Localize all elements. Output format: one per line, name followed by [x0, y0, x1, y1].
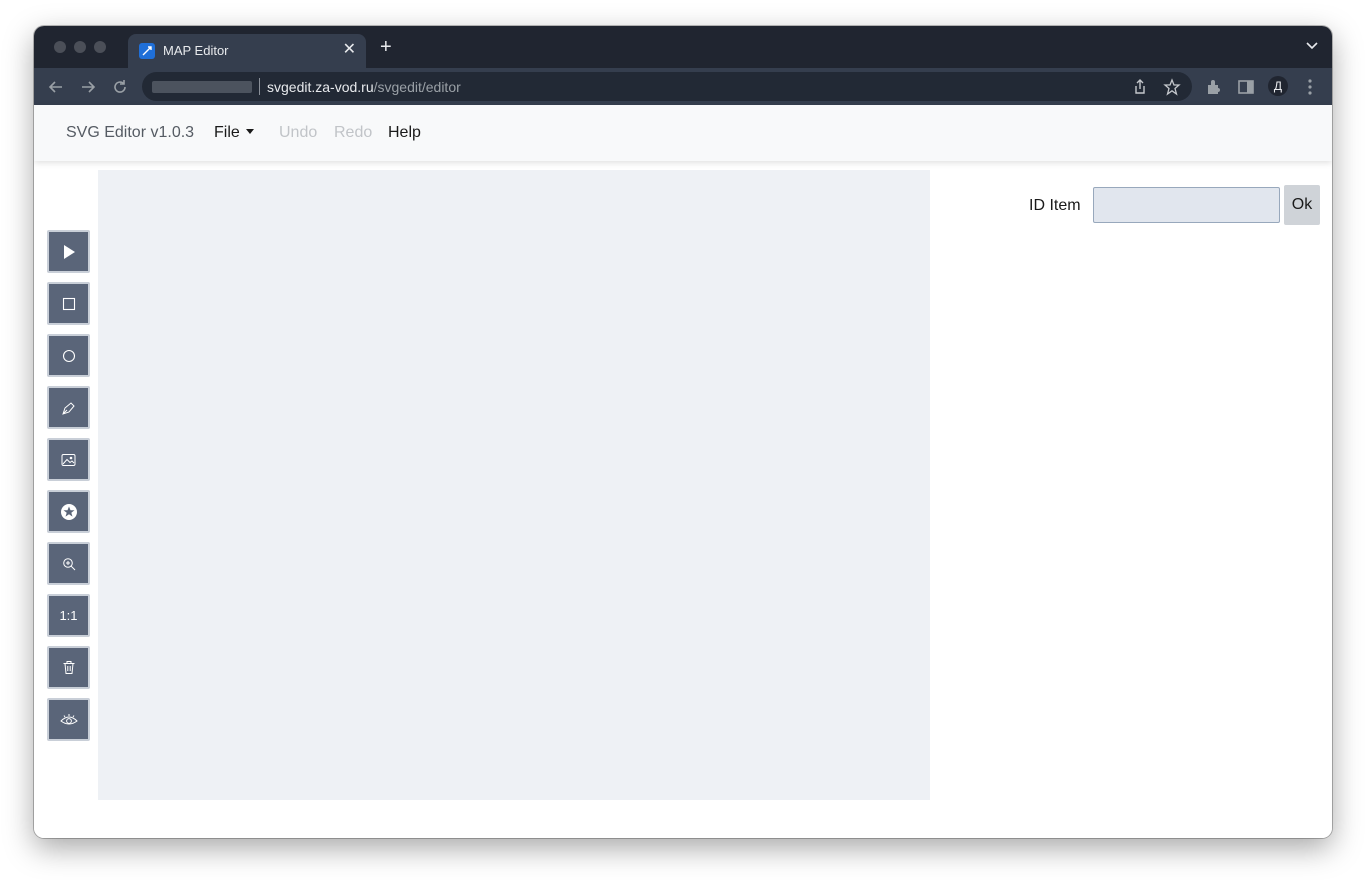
- actual-size-button[interactable]: 1:1: [47, 594, 90, 637]
- ok-button[interactable]: Ok: [1284, 185, 1320, 225]
- image-tool-button[interactable]: [47, 438, 90, 481]
- help-menu[interactable]: Help: [388, 124, 421, 142]
- share-icon[interactable]: [1131, 78, 1149, 96]
- id-item-label: ID Item: [1029, 197, 1081, 214]
- extensions-icon[interactable]: [1204, 77, 1224, 97]
- eye-icon: [59, 713, 78, 724]
- actual-size-label: 1:1: [59, 608, 78, 623]
- pen-icon: [61, 401, 75, 415]
- image-icon: [61, 453, 76, 466]
- tab-search-chevron-icon[interactable]: [1306, 42, 1318, 50]
- trash-icon: [63, 661, 74, 674]
- new-tab-icon[interactable]: +: [380, 37, 392, 57]
- zoom-tool-button[interactable]: [47, 542, 90, 585]
- page-content: SVG Editor v1.0.3 File Undo Redo Help 1:…: [34, 105, 1332, 838]
- zoom-in-icon: [62, 557, 75, 570]
- circle-icon: [62, 349, 75, 362]
- address-bar[interactable]: svgedit.za-vod.ru/svgedit/editor: [142, 72, 1192, 101]
- caret-down-icon: [245, 129, 254, 134]
- side-panel-icon[interactable]: [1236, 77, 1256, 97]
- site-info-icon[interactable]: [152, 81, 252, 93]
- browser-tab[interactable]: MAP Editor ✕: [128, 34, 366, 68]
- browser-window: MAP Editor ✕ + svgedit.za-vod.ru/svgedit…: [34, 26, 1332, 838]
- kebab-menu-icon[interactable]: [1300, 77, 1320, 97]
- browser-toolbar: svgedit.za-vod.ru/svgedit/editor Д: [34, 68, 1332, 105]
- tab-title: MAP Editor: [163, 43, 229, 58]
- forward-icon[interactable]: [79, 78, 97, 96]
- path-tool-button[interactable]: [47, 386, 90, 429]
- zoom-window-dot[interactable]: [94, 41, 106, 53]
- undo-button[interactable]: Undo: [279, 124, 317, 142]
- star-tool-button[interactable]: [47, 490, 90, 533]
- preview-tool-button[interactable]: [47, 698, 90, 741]
- tab-close-icon[interactable]: ✕: [343, 42, 356, 58]
- circle-tool-button[interactable]: [47, 334, 90, 377]
- select-tool-button[interactable]: [47, 230, 90, 273]
- close-window-dot[interactable]: [54, 41, 66, 53]
- pointer-icon: [63, 244, 75, 259]
- bookmark-star-icon[interactable]: [1163, 78, 1181, 96]
- id-item-input[interactable]: [1093, 187, 1280, 223]
- svg-canvas[interactable]: [98, 170, 930, 800]
- star-badge-icon: [60, 503, 77, 520]
- rectangle-tool-button[interactable]: [47, 282, 90, 325]
- omnibox-separator: [259, 78, 260, 95]
- reload-icon[interactable]: [111, 78, 129, 96]
- app-brand[interactable]: SVG Editor v1.0.3: [66, 124, 194, 142]
- profile-avatar[interactable]: Д: [1268, 76, 1288, 96]
- file-menu-label: File: [214, 124, 240, 141]
- redo-button[interactable]: Redo: [334, 124, 372, 142]
- favicon-icon: [139, 43, 155, 59]
- back-icon[interactable]: [47, 78, 65, 96]
- minimize-window-dot[interactable]: [74, 41, 86, 53]
- tab-strip: MAP Editor ✕ +: [34, 26, 1332, 68]
- app-navbar: SVG Editor v1.0.3 File Undo Redo Help: [34, 105, 1332, 161]
- square-icon: [62, 297, 75, 310]
- file-menu[interactable]: File: [214, 124, 254, 142]
- url-text[interactable]: svgedit.za-vod.ru/svgedit/editor: [267, 79, 461, 95]
- delete-tool-button[interactable]: [47, 646, 90, 689]
